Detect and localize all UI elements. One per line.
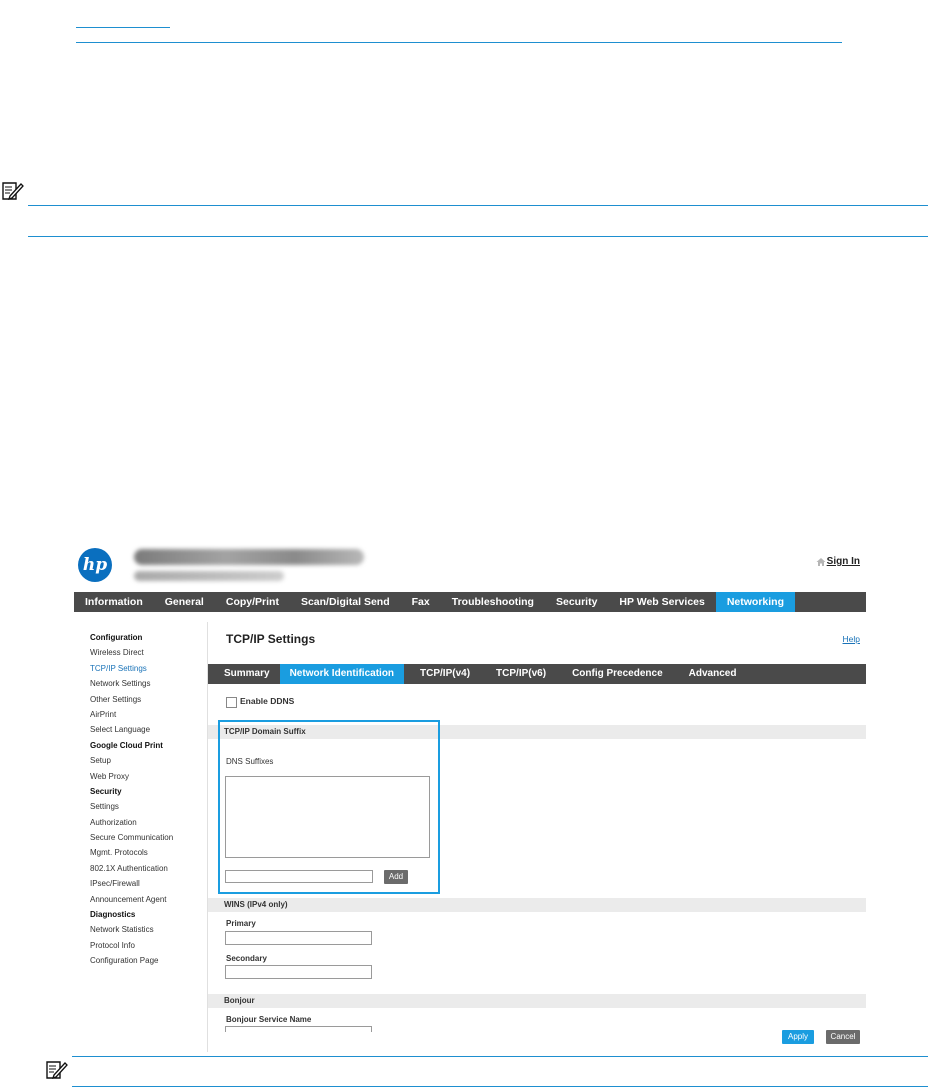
sidebar-item-settings[interactable]: Settings xyxy=(90,799,210,814)
link-underline-short xyxy=(76,27,170,28)
hp-logo: hp xyxy=(78,548,112,582)
enable-ddns-label: Enable DDNS xyxy=(240,696,295,706)
callout-highlight xyxy=(218,720,440,894)
tab-config-precedence[interactable]: Config Precedence xyxy=(556,664,673,684)
sidebar-item-select-language[interactable]: Select Language xyxy=(90,722,210,737)
sidebar-item-authorization[interactable]: Authorization xyxy=(90,815,210,830)
tab-fax[interactable]: Fax xyxy=(401,592,441,612)
section-bonjour: Bonjour xyxy=(208,994,866,1008)
tab-network-identification[interactable]: Network Identification xyxy=(279,664,405,684)
sidebar-item-announcement-agent[interactable]: Announcement Agent xyxy=(90,892,210,907)
cancel-button[interactable]: Cancel xyxy=(826,1030,860,1044)
tab-general[interactable]: General xyxy=(154,592,215,612)
sidebar-item-other-settings[interactable]: Other Settings xyxy=(90,692,210,707)
ews-screenshot: hp Sign In Information General Copy/Prin… xyxy=(74,540,866,1052)
note-icon xyxy=(46,1061,68,1080)
sidebar-heading-google-cloud-print: Google Cloud Print xyxy=(90,740,163,750)
apply-button[interactable]: Apply xyxy=(782,1030,814,1044)
note-rule-bottom xyxy=(28,236,928,237)
primary-label: Primary xyxy=(226,919,256,928)
tab-copy-print[interactable]: Copy/Print xyxy=(215,592,290,612)
sidebar-item-network-settings[interactable]: Network Settings xyxy=(90,676,210,691)
help-link[interactable]: Help xyxy=(843,634,860,644)
home-icon[interactable] xyxy=(816,557,826,567)
sidebar-item-configuration-page[interactable]: Configuration Page xyxy=(90,953,210,968)
secondary-wins-input[interactable] xyxy=(225,965,372,979)
sidebar-item-setup[interactable]: Setup xyxy=(90,753,210,768)
link-underline-long xyxy=(76,42,842,43)
sidebar-heading-diagnostics: Diagnostics xyxy=(90,910,136,920)
tab-tcp-ip-v4[interactable]: TCP/IP(v4) xyxy=(404,664,480,684)
note-rule-top xyxy=(28,205,928,206)
sidebar-heading-security: Security xyxy=(90,786,122,796)
secondary-label: Secondary xyxy=(226,954,267,963)
note-rule-bottom xyxy=(72,1086,928,1087)
sign-in-link[interactable]: Sign In xyxy=(827,556,860,567)
tab-troubleshooting[interactable]: Troubleshooting xyxy=(441,592,545,612)
sidebar-item-network-statistics[interactable]: Network Statistics xyxy=(90,922,210,937)
printer-address-blurred xyxy=(134,571,284,581)
tab-hp-web-services[interactable]: HP Web Services xyxy=(608,592,715,612)
sidebar-heading-configuration: Configuration xyxy=(90,633,143,642)
tab-security[interactable]: Security xyxy=(545,592,608,612)
sidebar-item-tcp-ip-settings[interactable]: TCP/IP Settings xyxy=(90,661,210,676)
tab-summary[interactable]: Summary xyxy=(208,664,280,684)
sidebar-item-ipsec-firewall[interactable]: IPsec/Firewall xyxy=(90,876,210,891)
tab-advanced[interactable]: Advanced xyxy=(673,664,747,684)
tab-information[interactable]: Information xyxy=(74,592,154,612)
bonjour-service-name-label: Bonjour Service Name xyxy=(226,1015,312,1024)
bonjour-service-name-input[interactable] xyxy=(225,1026,372,1032)
sub-nav: Summary Network Identification TCP/IP(v4… xyxy=(208,664,866,684)
enable-ddns-checkbox[interactable] xyxy=(226,697,237,708)
sidebar-item-airprint[interactable]: AirPrint xyxy=(90,707,210,722)
sidebar-item-secure-communication[interactable]: Secure Communication xyxy=(90,830,210,845)
primary-wins-input[interactable] xyxy=(225,931,372,945)
sidebar-divider xyxy=(207,622,208,1052)
page-title: TCP/IP Settings xyxy=(226,632,316,646)
printer-name-blurred xyxy=(134,549,364,565)
section-wins-title: WINS (IPv4 only) xyxy=(224,900,288,909)
note-rule-top xyxy=(72,1056,928,1057)
sidebar-item-web-proxy[interactable]: Web Proxy xyxy=(90,769,210,784)
tab-tcp-ip-v6[interactable]: TCP/IP(v6) xyxy=(480,664,556,684)
sidebar-item-mgmt-protocols[interactable]: Mgmt. Protocols xyxy=(90,845,210,860)
sidebar-item-wireless-direct[interactable]: Wireless Direct xyxy=(90,645,210,660)
sidebar-item-8021x-authentication[interactable]: 802.1X Authentication xyxy=(90,861,210,876)
section-bonjour-title: Bonjour xyxy=(224,996,255,1005)
tab-networking[interactable]: Networking xyxy=(715,592,796,612)
top-nav: Information General Copy/Print Scan/Digi… xyxy=(74,592,866,612)
tab-scan-digital-send[interactable]: Scan/Digital Send xyxy=(290,592,401,612)
section-wins: WINS (IPv4 only) xyxy=(208,898,866,912)
sidebar: Configuration Wireless Direct TCP/IP Set… xyxy=(90,630,210,969)
note-icon xyxy=(2,182,24,201)
sidebar-item-protocol-info[interactable]: Protocol Info xyxy=(90,938,210,953)
